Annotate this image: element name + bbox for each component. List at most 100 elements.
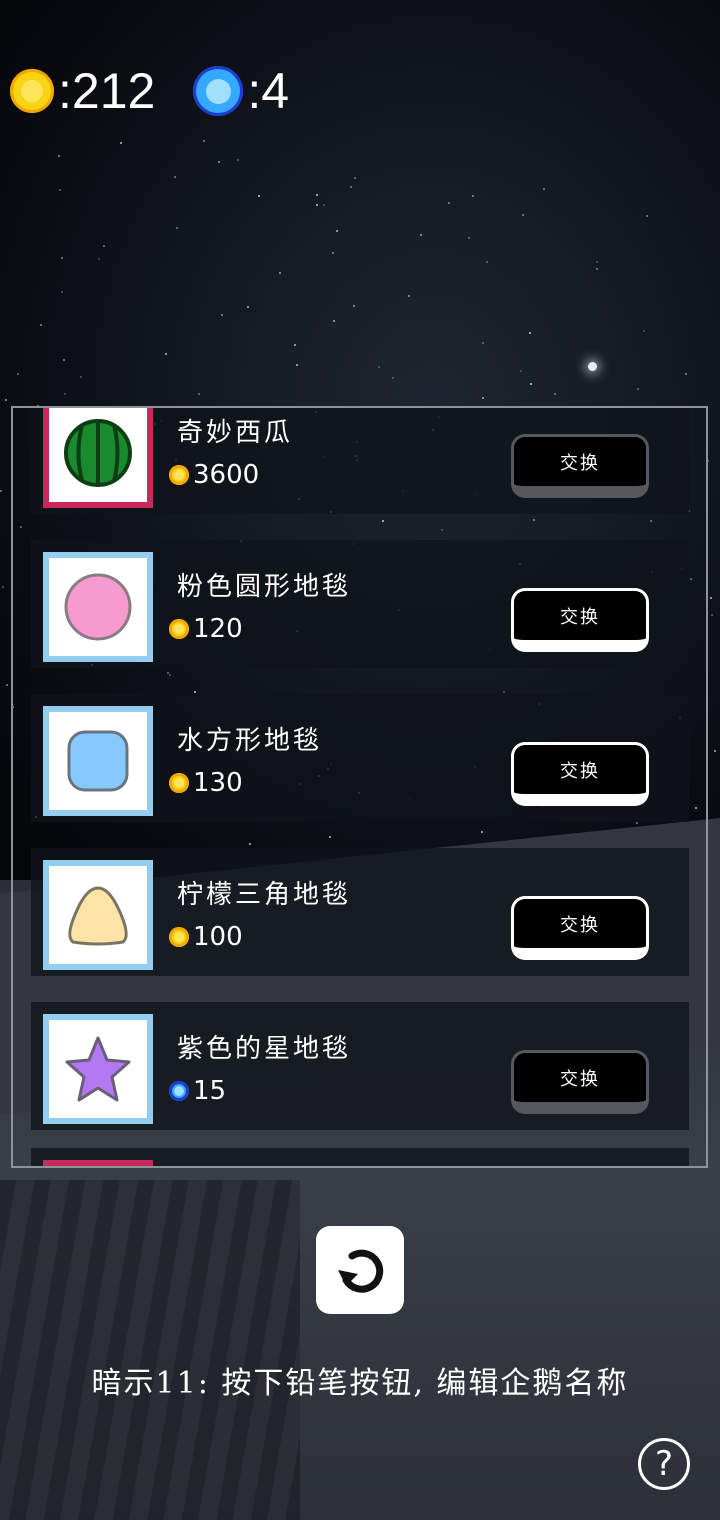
star [296,364,298,366]
star [685,373,687,375]
gold-coin-icon [169,927,189,947]
item-price: 120 [169,614,243,644]
star [294,344,296,346]
star [59,189,61,191]
item-price: 3600 [169,460,259,490]
item-name: 粉色圆形地毯 [177,572,352,602]
star [643,330,645,332]
star [165,353,167,355]
bright-star [588,362,597,371]
star [378,366,380,368]
exchange-button[interactable]: 交换 [511,742,649,806]
star [120,142,122,144]
star [543,188,545,190]
exchange-button[interactable]: 交换 [511,896,649,960]
gold-coin-icon [169,619,189,639]
item-price: 100 [169,922,243,952]
blue-gem-icon [193,66,244,116]
pink-circle-rug-icon [43,552,153,662]
item-price: 15 [169,1076,226,1106]
yellow-triangle-rug-icon [43,860,153,970]
star [350,186,352,188]
redo-button[interactable] [316,1226,404,1314]
shop-item-row: 柠檬三角地毯 100 交换 [31,848,689,976]
shop-item-row: 水方形地毯 130 交换 [31,694,689,822]
star [98,258,100,260]
next-item-icon [43,1160,153,1166]
star [530,383,532,385]
star [218,161,220,163]
star [522,214,524,216]
star [58,155,60,157]
star [5,399,7,401]
blue-gem-icon [169,1081,189,1101]
star [710,597,712,599]
star [596,268,598,270]
star [61,257,63,259]
star [332,252,334,254]
star [80,376,82,378]
redo-arrow-icon [338,1249,384,1293]
gem-counter: :4 [193,62,289,120]
exchange-button[interactable]: 交换 [511,1050,649,1114]
shop-item-row: 粉色圆形地毯 120 交换 [31,540,689,668]
star [646,215,648,217]
star [17,373,19,375]
hint-text: 暗示11: 按下铅笔按钮, 编辑企鹅名称 [91,1366,629,1401]
star [316,204,318,206]
star [2,586,4,588]
item-name: 奇妙西瓜 [177,418,294,448]
blue-square-rug-icon [43,706,153,816]
star [420,234,422,236]
star [448,202,450,204]
star [103,245,105,247]
gold-coin-icon [10,69,54,113]
currency-hud: :212 :4 [10,62,327,120]
star [247,306,249,308]
star [520,370,522,372]
star [714,750,716,752]
star [237,159,239,161]
shop-item-row: 紫色的星地毯 15 交换 [31,1002,689,1130]
star [482,397,484,399]
star [64,393,66,395]
star [279,272,281,274]
gem-count: :4 [247,63,290,119]
star [353,305,355,307]
ground-shadow [0,1180,300,1520]
star [258,195,260,197]
gold-coin-icon [169,773,189,793]
star [408,295,410,297]
shop-panel[interactable]: 奇妙西瓜 3600 交换 粉色圆形地毯 120 交换 水方形地毯 130 交换 … [11,406,708,1168]
item-name: 柠檬三角地毯 [177,880,352,910]
star [333,320,335,322]
exchange-button[interactable]: 交换 [511,434,649,498]
star [596,261,598,263]
star [336,230,338,232]
exchange-button[interactable]: 交换 [511,588,649,652]
star [40,324,42,326]
item-price: 130 [169,768,243,798]
star [203,140,205,142]
shop-item-row: 奇妙西瓜 3600 交换 [31,408,689,514]
star [486,261,488,263]
star [711,614,713,616]
star [472,195,474,197]
star [482,342,484,344]
coin-counter: :212 [10,62,155,120]
star [316,194,318,196]
star [0,490,2,492]
star [468,237,470,239]
star [176,227,178,229]
shop-item-row [31,1148,689,1166]
star [221,314,223,316]
watermelon-icon [43,408,153,508]
star [63,359,65,361]
star [198,393,200,395]
help-button[interactable]: ? [638,1438,690,1490]
star [637,388,639,390]
star [354,177,356,179]
star [323,204,325,206]
purple-star-rug-icon [43,1014,153,1124]
gold-coin-icon [169,465,189,485]
